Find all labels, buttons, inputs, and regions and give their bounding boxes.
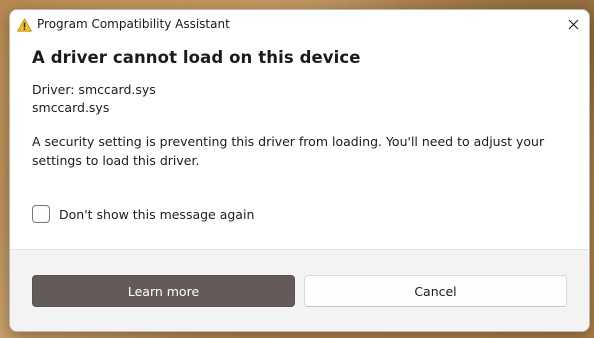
dialog-content: A driver cannot load on this device Driv… — [32, 48, 569, 170]
cancel-button[interactable]: Cancel — [304, 275, 567, 307]
driver-line: Driver: smccard.sys — [32, 82, 156, 97]
dont-show-again-label[interactable]: Don't show this message again — [59, 207, 254, 222]
dont-show-again-row[interactable]: Don't show this message again — [32, 205, 254, 223]
dialog-heading: A driver cannot load on this device — [32, 48, 361, 67]
compatibility-dialog: Program Compatibility Assistant A driver… — [9, 9, 590, 332]
dialog-footer: Learn more Cancel — [10, 249, 589, 331]
learn-more-button[interactable]: Learn more — [32, 275, 295, 307]
dialog-message: A security setting is preventing this dr… — [32, 134, 545, 168]
close-button[interactable] — [562, 13, 584, 35]
dont-show-again-checkbox[interactable] — [32, 205, 50, 223]
filename-line: smccard.sys — [32, 100, 110, 115]
close-icon — [568, 15, 579, 34]
title-bar: Program Compatibility Assistant — [10, 10, 589, 38]
warning-triangle-icon — [17, 17, 32, 32]
window-title: Program Compatibility Assistant — [37, 17, 230, 31]
